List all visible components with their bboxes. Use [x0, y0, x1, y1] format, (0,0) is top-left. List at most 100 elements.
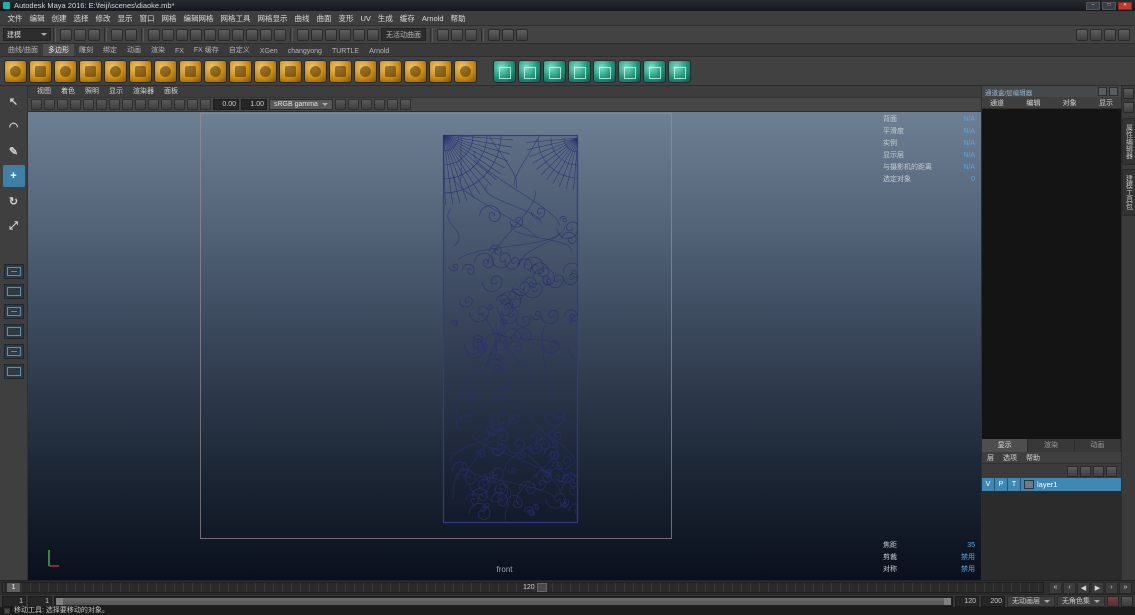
live-surface-indicator[interactable]: 无活动曲面 [381, 28, 426, 41]
layer-menu[interactable]: 帮助 [1026, 453, 1040, 463]
shelf-bridge-icon[interactable] [643, 59, 666, 83]
exposure-field[interactable]: 0.00 [213, 99, 239, 110]
menu-set-selector[interactable]: 建模 [3, 28, 51, 41]
menubar-item[interactable]: 曲面 [313, 11, 335, 26]
range-slider-bar[interactable] [56, 597, 951, 605]
persp-outliner-layout-button[interactable] [3, 304, 24, 319]
gate-mask-icon[interactable] [161, 99, 172, 110]
close-icon[interactable] [1109, 87, 1118, 96]
shelf-tab[interactable]: 曲线/曲面 [3, 44, 43, 56]
multi-pane-layout-button[interactable] [3, 364, 24, 379]
render-current-frame-icon[interactable] [488, 28, 500, 41]
layer-editor-tab[interactable]: 动画 [1074, 439, 1121, 452]
menubar-item[interactable]: 网格 [158, 11, 180, 26]
shelf-torus-icon[interactable] [104, 59, 127, 83]
menubar-item[interactable]: 帮助 [447, 11, 469, 26]
play-forward-button[interactable]: ▶ [1091, 581, 1104, 594]
shelf-platonic-icon[interactable] [179, 59, 202, 83]
isolate-select-icon[interactable] [399, 99, 411, 110]
layer-row[interactable]: V P Tlayer1 [982, 478, 1121, 491]
menubar-item[interactable]: 文件 [4, 11, 26, 26]
menubar-item[interactable]: 修改 [92, 11, 114, 26]
layer-options-icon[interactable] [1067, 465, 1078, 477]
shelf-tab[interactable]: changyong [283, 47, 327, 56]
select-tool-button[interactable]: ↖ [3, 90, 25, 112]
layer-toggle-v[interactable]: V [982, 478, 995, 491]
select-by-object-icon[interactable] [162, 28, 174, 41]
bookmarks-icon[interactable] [70, 99, 81, 110]
menubar-item[interactable]: 编辑 [26, 11, 48, 26]
step-back-button[interactable]: ‹ [1063, 581, 1076, 594]
channel-box-menu[interactable]: 通道 [990, 98, 1004, 108]
new-scene-icon[interactable] [60, 28, 72, 41]
menubar-item[interactable]: 生成 [374, 11, 396, 26]
animation-start-field[interactable]: 1 [2, 595, 26, 607]
shelf-extrude-icon[interactable] [618, 59, 641, 83]
character-set-dropdown[interactable]: 无角色集 [1057, 595, 1105, 607]
scale-tool-button[interactable]: ⤢ [3, 215, 25, 237]
safe-action-icon[interactable] [187, 99, 198, 110]
snap-to-curve-icon[interactable] [311, 28, 323, 41]
shelf-super-ellipse-icon[interactable] [354, 59, 377, 83]
playback-start-field[interactable]: 1 [28, 595, 52, 607]
shelf-combine-icon[interactable] [429, 59, 452, 83]
construction-history-icon[interactable] [465, 28, 477, 41]
render-settings-icon[interactable] [516, 28, 528, 41]
menubar-item[interactable]: 创建 [48, 11, 70, 26]
shelf-cone-icon[interactable] [79, 59, 102, 83]
menubar-item[interactable]: UV [357, 11, 374, 26]
open-scene-icon[interactable] [74, 28, 86, 41]
shelf-tab[interactable]: Arnold [364, 47, 394, 56]
menubar-item[interactable]: 曲线 [291, 11, 313, 26]
playback-end-field[interactable]: 120 [955, 595, 979, 607]
menubar-item[interactable]: 显示 [114, 11, 136, 26]
panel-menu[interactable]: 视图 [32, 86, 56, 97]
snap-to-view-plane-icon[interactable] [353, 28, 365, 41]
layer-editor-tab[interactable]: 渲染 [1028, 439, 1075, 452]
menubar-item[interactable]: 编辑网格 [180, 11, 217, 26]
collapse-panels-icon[interactable] [1123, 102, 1134, 113]
save-scene-icon[interactable] [88, 28, 100, 41]
view-transform-dropdown[interactable]: sRGB gamma [269, 99, 333, 110]
raise-panels-icon[interactable] [1123, 88, 1134, 99]
menubar-item[interactable]: Arnold [418, 11, 447, 26]
delete-layer-icon[interactable] [1106, 465, 1117, 477]
shelf-sphere-icon[interactable] [4, 59, 27, 83]
safe-title-icon[interactable] [200, 99, 211, 110]
redo-icon[interactable] [125, 28, 137, 41]
shelf-soccer-ball-icon[interactable] [329, 59, 352, 83]
shelf-bevel-icon[interactable] [593, 59, 616, 83]
film-gate-icon[interactable] [135, 99, 146, 110]
snap-to-grid-icon[interactable] [297, 28, 309, 41]
show-tool-settings-icon[interactable] [1090, 28, 1102, 41]
range-handle-right[interactable] [944, 597, 951, 605]
wireframe-on-shaded-icon[interactable] [373, 99, 385, 110]
shelf-tab[interactable]: FX [170, 47, 189, 56]
current-frame-indicator[interactable]: 1 [7, 583, 20, 592]
shelf-plane-icon[interactable] [129, 59, 152, 83]
menubar-item[interactable]: 网格工具 [217, 11, 254, 26]
shelf-text-icon[interactable] [379, 59, 402, 83]
gamma-field[interactable]: 1.00 [241, 99, 267, 110]
mask-points-icon[interactable] [190, 28, 202, 41]
layer-menu[interactable]: 层 [987, 453, 994, 463]
panel-menu[interactable]: 着色 [56, 86, 80, 97]
ipr-render-icon[interactable] [502, 28, 514, 41]
new-layer-assign-selected-icon[interactable] [1093, 465, 1104, 477]
time-slider[interactable]: 1 120 [2, 582, 1044, 593]
make-live-icon[interactable] [367, 28, 379, 41]
range-handle-left[interactable] [56, 597, 63, 605]
animation-preferences-icon[interactable] [1121, 595, 1133, 607]
go-to-start-button[interactable]: « [1049, 581, 1062, 594]
menubar-item[interactable]: 变形 [335, 11, 357, 26]
channel-box-menu[interactable]: 对象 [1063, 98, 1077, 108]
range-slider[interactable] [54, 595, 953, 607]
maximize-button[interactable]: □ [1102, 1, 1116, 10]
single-pane-layout-button[interactable] [3, 264, 24, 279]
shelf-prism-icon[interactable] [229, 59, 252, 83]
play-backward-button[interactable]: ◀ [1077, 581, 1090, 594]
lock-camera-icon[interactable] [44, 99, 55, 110]
shelf-tab[interactable]: 动画 [122, 44, 146, 56]
auto-keyframe-icon[interactable] [1107, 595, 1119, 607]
layer-toggle-p[interactable]: P [995, 478, 1008, 491]
